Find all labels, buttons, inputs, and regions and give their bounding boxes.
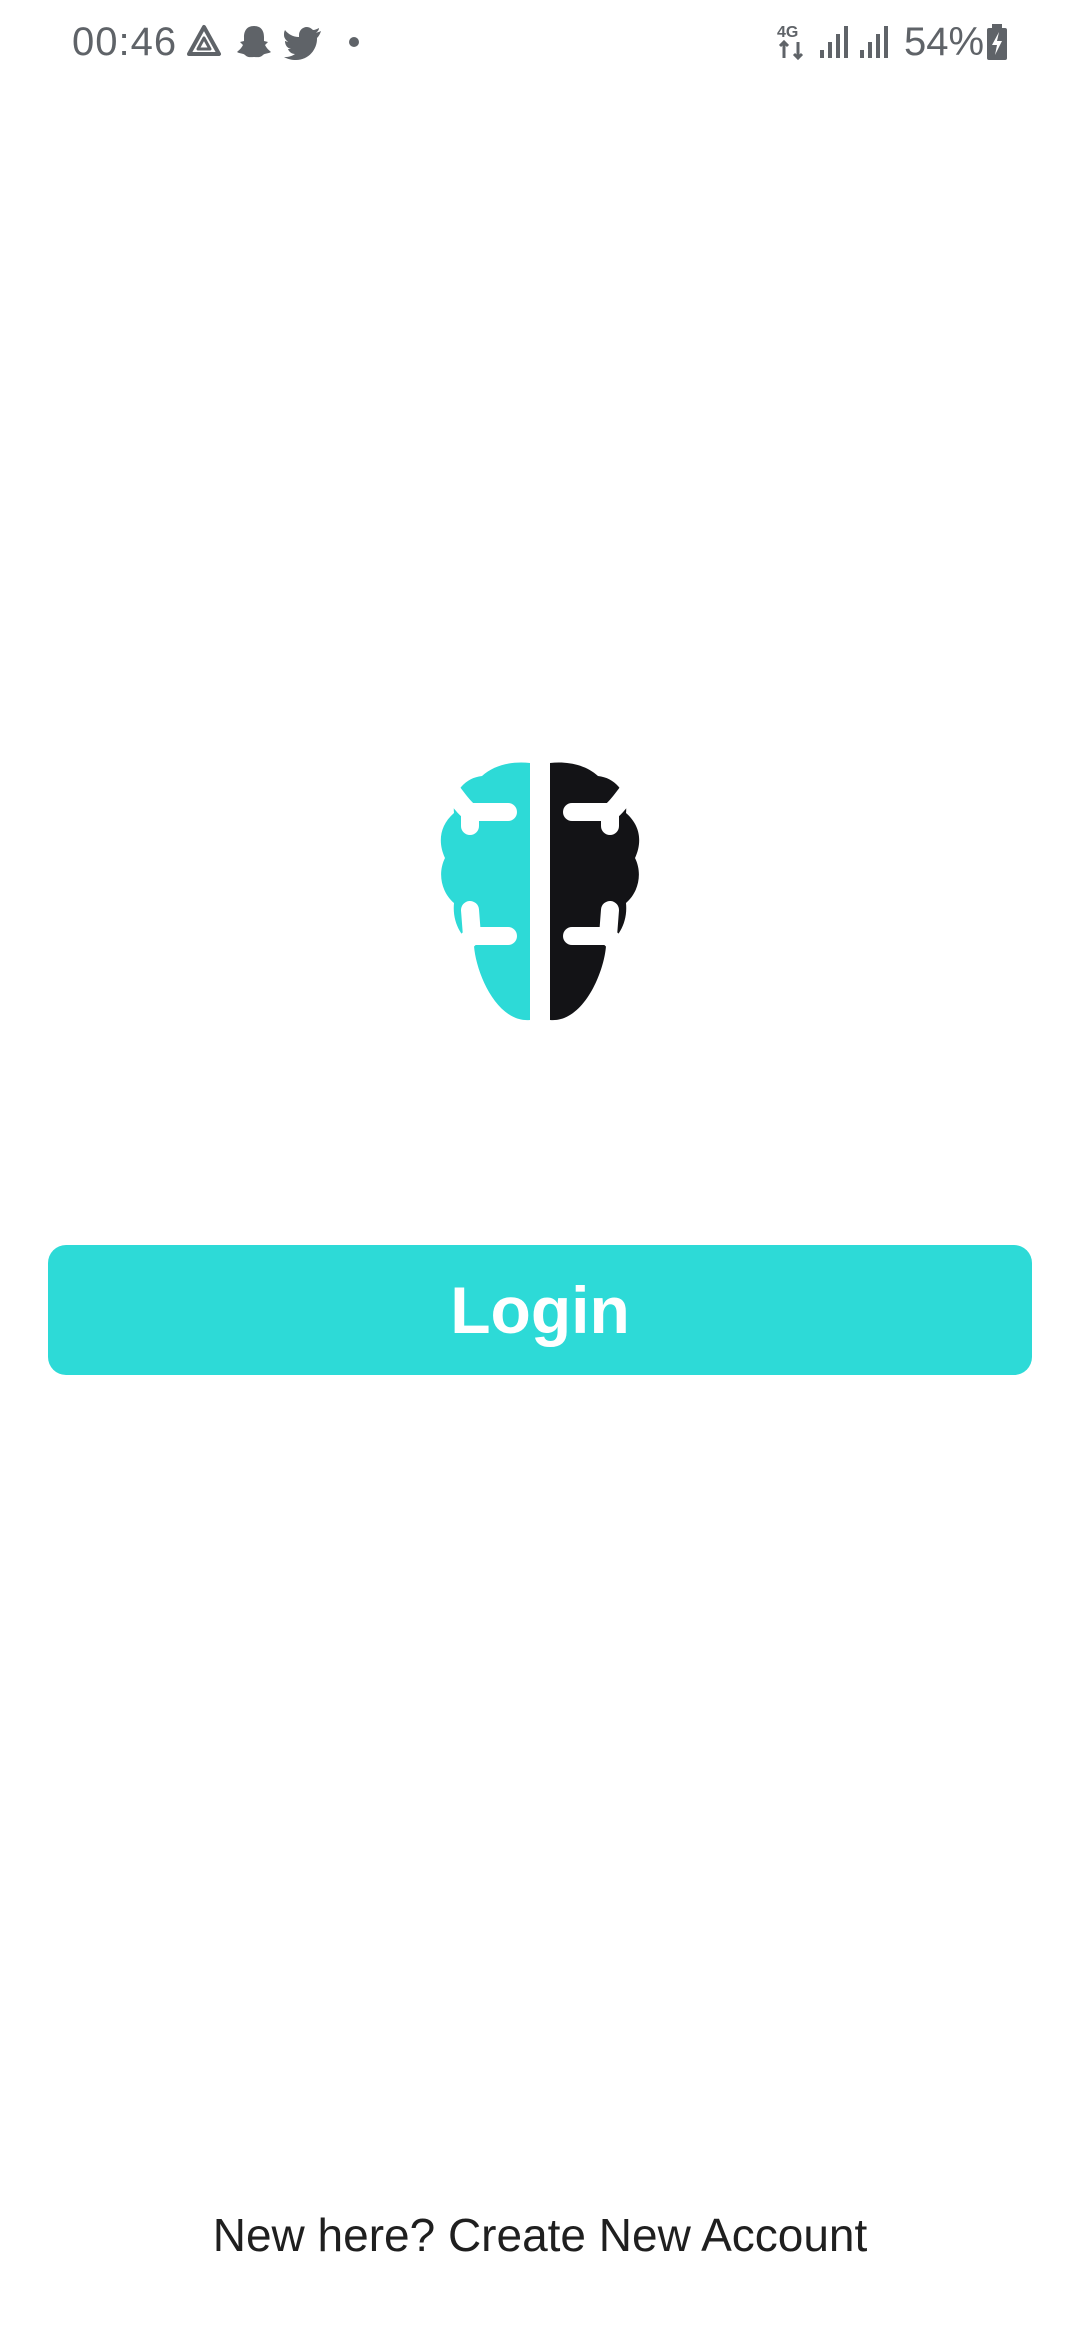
login-button[interactable]: Login — [48, 1245, 1032, 1375]
twitter-icon — [282, 20, 326, 64]
status-time: 00:46 — [72, 20, 178, 64]
drive-icon — [182, 20, 226, 64]
snapchat-icon — [232, 20, 276, 64]
network-4g-icon: 4G — [774, 20, 814, 64]
battery-percent: 54% — [904, 20, 985, 64]
brain-logo — [412, 758, 668, 1028]
battery-charging-icon — [984, 20, 1010, 64]
status-bar: 00:46 4G 54% — [0, 0, 1080, 80]
create-account-link[interactable]: New here? Create New Account — [0, 2205, 1080, 2265]
signal-icon — [818, 20, 854, 64]
more-dot-icon — [332, 20, 376, 64]
svg-text:4G: 4G — [777, 24, 798, 41]
signal-icon — [858, 20, 894, 64]
